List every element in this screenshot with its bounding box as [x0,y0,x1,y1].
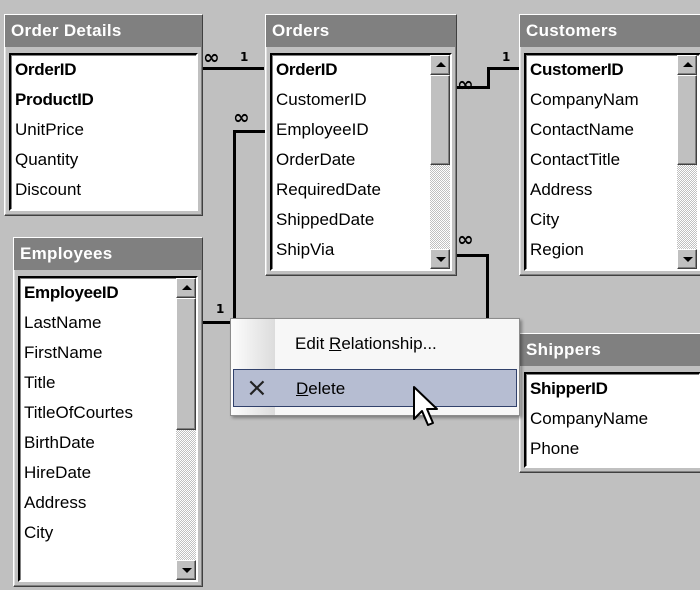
mouse-pointer-icon [413,386,438,426]
many-label-orderdetails: ∞ [203,45,220,69]
field-list[interactable]: ShipperID CompanyName Phone [524,372,700,468]
vertical-scrollbar[interactable] [176,278,196,580]
relationship-line-orders-customers-v[interactable] [487,67,490,89]
field-item[interactable]: ContactTitle [526,145,677,175]
field-item[interactable]: OrderID [272,55,430,85]
field-item[interactable]: ProductID [11,85,196,115]
field-item[interactable]: UnitPrice [11,115,196,145]
up-arrow-icon [436,62,446,67]
down-arrow-icon [683,257,693,262]
scroll-down-button[interactable] [677,249,697,269]
field-list[interactable]: OrderID CustomerID EmployeeID OrderDate … [270,53,452,271]
field-item[interactable]: ContactName [526,115,677,145]
field-list[interactable]: CustomerID CompanyNam ContactName Contac… [524,53,700,271]
field-item[interactable]: ShippedDate [272,205,430,235]
many-label-orders-employees: ∞ [233,105,250,129]
field-list[interactable]: EmployeeID LastName FirstName Title Titl… [18,276,198,582]
field-item[interactable]: Region [526,235,677,265]
table-employees[interactable]: Employees EmployeeID LastName FirstName … [13,237,203,587]
table-title[interactable]: Customers [520,15,700,47]
field-item[interactable]: Discount [11,175,196,205]
field-item[interactable]: CompanyNam [526,85,677,115]
scroll-thumb[interactable] [176,298,196,430]
down-arrow-icon [182,568,192,573]
table-title[interactable]: Orders [266,15,456,47]
field-item[interactable]: RequiredDate [272,175,430,205]
scroll-up-button[interactable] [430,55,450,75]
scroll-up-button[interactable] [176,278,196,298]
field-item[interactable]: Address [20,488,176,518]
field-item[interactable]: Title [20,368,176,398]
one-label-orders-od: 1 [240,50,249,64]
field-item[interactable]: ShipVia [272,235,430,265]
table-customers[interactable]: Customers CustomerID CompanyNam ContactN… [519,14,700,276]
field-item[interactable]: Address [526,175,677,205]
field-item[interactable]: TitleOfCourtes [20,398,176,428]
field-item[interactable]: BirthDate [20,428,176,458]
many-label-orders-customers: ∞ [457,72,474,96]
field-item[interactable]: OrderID [11,55,196,85]
scroll-up-button[interactable] [677,55,697,75]
relationship-line-orders-employees-h[interactable] [233,130,265,133]
table-title[interactable]: Order Details [5,15,202,47]
scroll-thumb[interactable] [677,75,697,165]
field-item[interactable]: LastName [20,308,176,338]
one-label-customers: 1 [502,50,511,64]
field-item[interactable]: OrderDate [272,145,430,175]
down-arrow-icon [436,257,446,262]
context-menu: Edit Relationship... × Delete [230,318,520,416]
field-item[interactable]: ShipperID [526,374,699,404]
one-label-employees: 1 [216,302,225,316]
relationship-line-orders-employees-v[interactable] [233,130,236,324]
field-item[interactable]: FirstName [20,338,176,368]
field-item[interactable]: City [20,518,176,548]
vertical-scrollbar[interactable] [430,55,450,269]
menu-item-label: Delete [296,379,346,398]
field-item[interactable]: CompanyName [526,404,699,434]
delete-x-icon: × [246,373,268,403]
relationship-line-orders-shippers-v[interactable] [486,254,489,324]
field-item[interactable]: CustomerID [272,85,430,115]
scroll-thumb[interactable] [430,75,450,165]
table-shippers[interactable]: Shippers ShipperID CompanyName Phone [519,333,700,473]
field-item[interactable]: HireDate [20,458,176,488]
menu-item-delete[interactable]: × Delete [233,369,517,407]
table-orders[interactable]: Orders OrderID CustomerID EmployeeID Ord… [265,14,457,276]
table-title[interactable]: Employees [14,238,202,270]
up-arrow-icon [683,62,693,67]
field-item[interactable]: EmployeeID [20,278,176,308]
menu-item-edit-relationship[interactable]: Edit Relationship... [233,325,517,363]
field-item[interactable]: City [526,205,677,235]
field-item[interactable]: Quantity [11,145,196,175]
scroll-down-button[interactable] [176,560,196,580]
field-list[interactable]: OrderID ProductID UnitPrice Quantity Dis… [9,53,198,211]
vertical-scrollbar[interactable] [677,55,697,269]
many-label-orders-shippers: ∞ [457,227,474,251]
field-item[interactable]: CustomerID [526,55,677,85]
relationship-line-orders-customers-h2[interactable] [487,67,519,70]
menu-item-label: Edit Relationship... [295,334,437,353]
table-title[interactable]: Shippers [520,334,700,366]
relationship-line-orders-shippers-h[interactable] [455,254,488,257]
table-order-details[interactable]: Order Details OrderID ProductID UnitPric… [4,14,203,216]
field-item[interactable]: Phone [526,434,699,464]
up-arrow-icon [182,285,192,290]
scroll-down-button[interactable] [430,249,450,269]
field-item[interactable]: EmployeeID [272,115,430,145]
